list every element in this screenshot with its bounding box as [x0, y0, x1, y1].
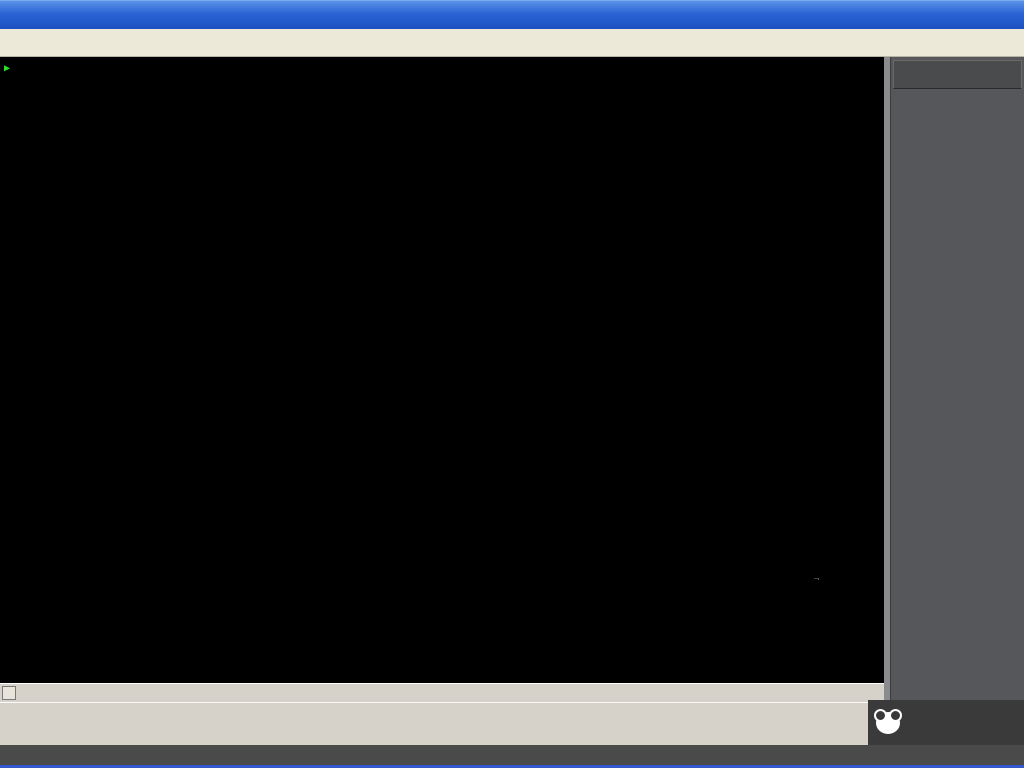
channel-number-badge [2, 686, 16, 700]
chart-canvas[interactable] [0, 57, 884, 683]
softkey-menu-title [893, 60, 1022, 89]
eda365-logo-icon [876, 712, 900, 734]
softkey-sidebar [884, 57, 1024, 702]
app-window: ▶ [0, 0, 1024, 768]
system-status-bar [0, 745, 1024, 765]
active-trace-arrow-icon: ▶ [4, 63, 10, 74]
trace-port-legend [814, 578, 819, 580]
menu-bar [0, 29, 1024, 57]
title-bar [0, 0, 1024, 29]
instrument-screen: ▶ [0, 57, 884, 683]
eda365-watermark [868, 700, 1024, 745]
channel-status-bar [0, 683, 884, 702]
trace-status-line: ▶ [4, 60, 24, 76]
softkey-scroll-strip[interactable] [884, 57, 891, 702]
